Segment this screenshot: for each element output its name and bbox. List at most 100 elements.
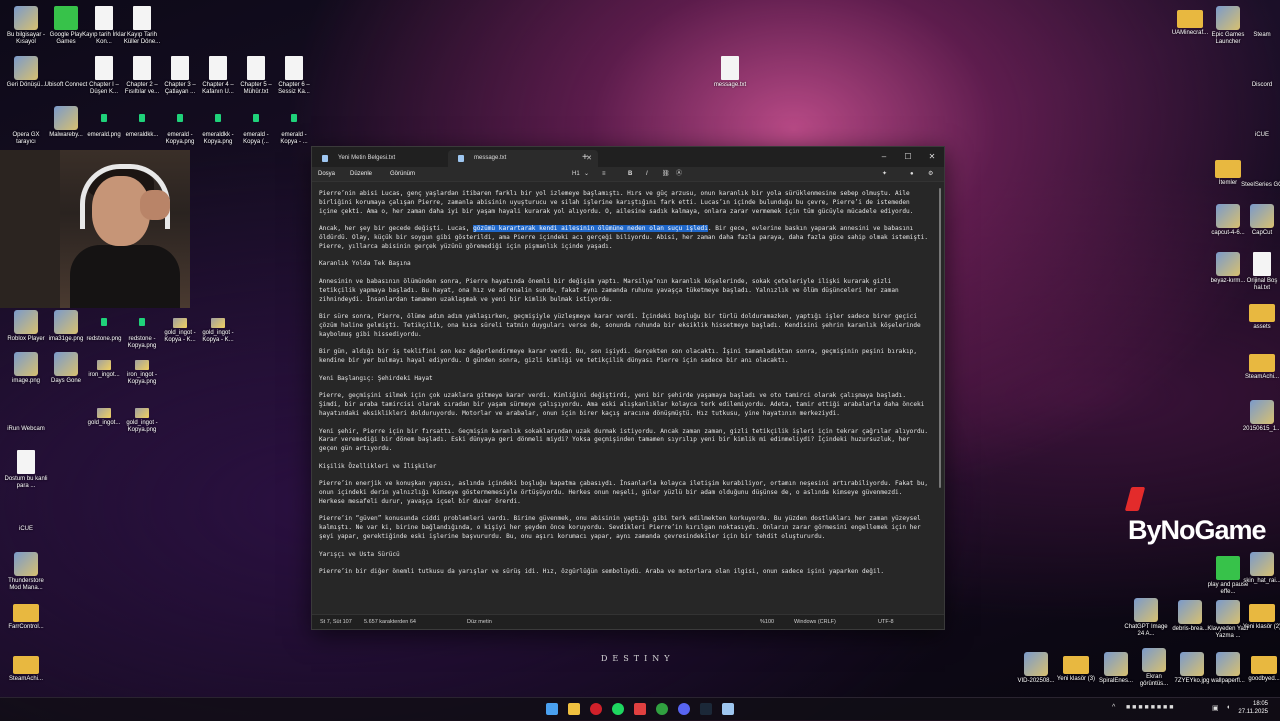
tab-message[interactable]: message.txt ✕ <box>448 150 598 167</box>
app-icon[interactable] <box>634 703 646 715</box>
discord-icon[interactable] <box>678 703 690 715</box>
desktop-icon-label: Geri Dönüşü... <box>6 82 46 88</box>
left-desktop-icon[interactable]: iCUE <box>4 500 48 533</box>
spotify-icon[interactable] <box>612 703 624 715</box>
right-desktop-icon[interactable]: VID-202508... <box>1014 652 1058 685</box>
clear-format-icon[interactable]: Ⓐ <box>676 167 682 181</box>
left-desktop-icon[interactable]: iRun Webcam <box>4 400 48 433</box>
chevron-up-icon[interactable]: ^ <box>1112 704 1115 711</box>
right-desktop-icon[interactable]: iCUE <box>1240 106 1280 139</box>
network-icon[interactable]: ▣ <box>1212 704 1219 712</box>
round-icon <box>14 106 38 130</box>
text-mode: Düz metin <box>467 619 492 625</box>
left-desktop-icon[interactable]: Roblox Player <box>4 310 48 343</box>
line-endings[interactable]: Windows (CRLF) <box>794 615 836 629</box>
file-explorer-icon[interactable] <box>568 703 580 715</box>
emerald-icon <box>92 106 116 130</box>
menu-dosya[interactable]: Dosya <box>318 167 335 181</box>
minimize-button[interactable]: – <box>872 147 896 167</box>
file-icon <box>95 56 113 80</box>
folder-icon <box>13 656 39 674</box>
round-icon <box>1250 156 1274 180</box>
close-window-button[interactable]: ✕ <box>920 147 944 167</box>
right-desktop-icon[interactable]: assets <box>1240 300 1280 331</box>
desktop-icon-label: Steam <box>1253 32 1271 38</box>
right-desktop-icon[interactable]: SteamAchi... <box>1240 350 1280 381</box>
volume-icon[interactable]: ◖ <box>1226 704 1230 711</box>
notepad-icon[interactable] <box>722 703 734 715</box>
menu-gorunum[interactable]: Görünüm <box>390 167 415 181</box>
account-icon[interactable]: ● <box>910 167 914 181</box>
zoom-level[interactable]: %100 <box>760 615 774 629</box>
desktop-icon-label: Dostum bu kanli para ... <box>4 476 48 489</box>
desktop-icon-label: Orijinal Boş hal.txt <box>1246 278 1278 291</box>
right-desktop-icon[interactable]: Yeni klasör (3) <box>1054 652 1098 683</box>
tab-yeni-metin[interactable]: Yeni Metin Belgesi.txt <box>312 150 468 167</box>
left-desktop-icon[interactable]: Geri Dönüşü... <box>4 56 48 89</box>
right-desktop-icon[interactable]: Discord <box>1240 56 1280 89</box>
italic-button[interactable]: I <box>646 167 648 181</box>
left-desktop-icon[interactable]: emerald - Kopya - ... <box>272 106 316 146</box>
left-desktop-icon[interactable]: Dostum bu kanli para ... <box>4 450 48 490</box>
document-icon <box>322 155 328 162</box>
img-icon <box>1216 6 1240 30</box>
start-icon[interactable] <box>546 703 558 715</box>
paragraph: Yarışçı ve Usta Sürücü <box>319 550 400 558</box>
paragraph: Karanlık Yolda Tek Başına <box>319 260 411 268</box>
left-desktop-icon[interactable]: Bu bilgisayar - Kısayol <box>4 6 48 46</box>
cursor-position: St 7, Süt 107 <box>320 619 352 625</box>
left-desktop-icon[interactable]: iron_ingot - Kopya.png <box>120 352 164 386</box>
time: 18:05 <box>1252 701 1268 707</box>
vertical-scrollbar[interactable] <box>936 182 944 615</box>
list-icon[interactable]: ≡ <box>602 167 606 181</box>
character-count: 5.657 karakterden 64 <box>364 619 416 625</box>
document-icon <box>458 155 464 162</box>
encoding[interactable]: UTF-8 <box>878 615 894 629</box>
steam-icon[interactable] <box>700 703 712 715</box>
right-desktop-icon[interactable]: skin_hat_rai... <box>1240 552 1280 585</box>
desktop-icon-message[interactable]: message.txt <box>708 56 752 89</box>
new-tab-button[interactable]: + <box>582 150 588 165</box>
gold-icon <box>211 318 225 328</box>
opera-icon[interactable] <box>590 703 602 715</box>
gold-icon <box>97 360 111 370</box>
desktop-icon-label: Yeni klasör (3) <box>1056 676 1096 682</box>
desktop-icon-label: SteamAchi... <box>1244 374 1279 380</box>
text-area[interactable]: Pierre’nin abisi Lucas, genç yaşlardan i… <box>312 182 936 615</box>
left-desktop-icon[interactable]: Thunderstore Mod Mana... <box>4 552 48 592</box>
right-desktop-icon[interactable]: Yeni klasör (2) <box>1240 600 1280 631</box>
left-desktop-icon[interactable]: gold_ingot - Kopya - K... <box>196 310 240 344</box>
tray-icons[interactable]: ■ ■ ■ ■ ■ ■ ■ ■ <box>1126 704 1173 711</box>
desktop-icon-label: Bu bilgisayar - Kısayol <box>6 32 45 45</box>
gear-icon[interactable]: ⚙ <box>928 167 933 181</box>
maximize-button[interactable]: ☐ <box>896 147 920 167</box>
xbox-icon[interactable] <box>656 703 668 715</box>
right-desktop-icon[interactable]: goodbyed... <box>1242 652 1280 683</box>
left-desktop-icon[interactable]: FarrControl... <box>4 600 48 631</box>
left-desktop-icon[interactable]: Kayıp Tarih Küller Döne... <box>120 6 164 46</box>
tab-bar: Yeni Metin Belgesi.txt message.txt ✕ + –… <box>312 147 944 167</box>
bold-button[interactable]: B <box>628 167 632 181</box>
right-desktop-icon[interactable]: ChatGPT Image 24 A... <box>1124 598 1168 638</box>
chevron-down-icon[interactable]: ⌄ <box>584 167 589 181</box>
left-desktop-icon[interactable]: gold_ingot - Kopya.png <box>120 400 164 434</box>
img-icon <box>1134 598 1158 622</box>
file-icon <box>1253 252 1271 276</box>
right-desktop-icon[interactable]: Steam <box>1240 6 1280 39</box>
left-desktop-icon[interactable]: SteamAchi... <box>4 652 48 683</box>
right-desktop-icon[interactable]: Orijinal Boş hal.txt <box>1240 252 1280 292</box>
menu-duzenle[interactable]: Düzenle <box>350 167 372 181</box>
left-desktop-icon[interactable]: Opera GX tarayıcı <box>4 106 48 146</box>
left-desktop-icon[interactable]: image.png <box>4 352 48 385</box>
left-desktop-icon[interactable]: Chapter 6 – Sessiz Ka... <box>272 56 316 96</box>
right-desktop-icon[interactable]: 20150615_1... <box>1240 400 1280 433</box>
heading-dropdown[interactable]: H1 <box>572 167 580 181</box>
right-desktop-icon[interactable]: SteelSeries GG <box>1240 156 1280 189</box>
copilot-icon[interactable]: ✦ <box>882 167 887 181</box>
right-desktop-icon[interactable]: CapCut <box>1240 204 1280 237</box>
link-icon[interactable]: ⛓ <box>662 167 670 181</box>
desktop-icon-label: iron_ingot - Kopya.png <box>126 372 158 385</box>
clock[interactable]: 18:05 27.11.2025 <box>1238 700 1268 716</box>
desktop-icon-label: Kayıp Tarih Küller Döne... <box>123 32 161 45</box>
emerald-icon <box>92 310 116 334</box>
